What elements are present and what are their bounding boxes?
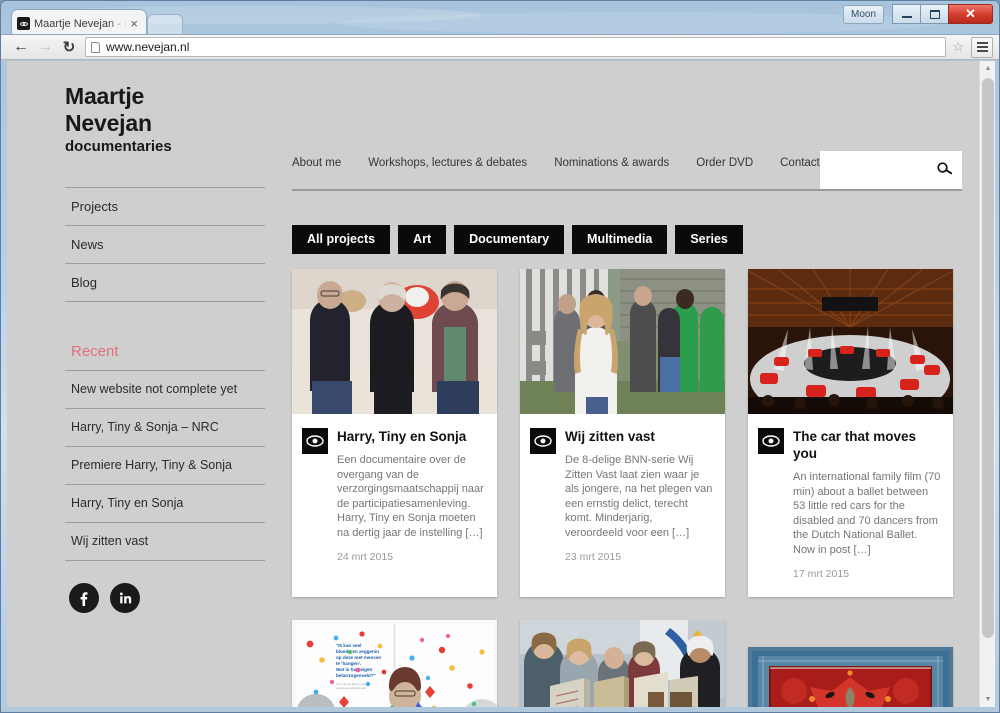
page-document-icon [91,41,100,53]
project-card-text: The car that moves you An international … [793,428,941,580]
nav-item-nominations[interactable]: Nominations & awards [554,157,669,169]
project-card[interactable]: The car that moves you An international … [748,269,953,597]
project-card-body: Harry, Tiny en Sonja Een documentaire ov… [292,414,497,580]
tab-strip: Maartje Nevejan - docum × [1,9,999,37]
project-card[interactable]: #shut up I’m reading Nevejan directed an… [520,620,725,707]
url-text: www.nevejan.nl [106,40,190,54]
search-icon[interactable] [935,159,954,181]
recent-heading: Recent [71,343,119,360]
tab-title: Maartje Nevejan - docum [34,17,127,30]
address-bar[interactable]: www.nevejan.nl [85,37,947,57]
svg-text:bloedn en zeggenin: bloedn en zeggenin [336,649,379,654]
svg-text:"Ik kan veel: "Ik kan veel [336,643,361,648]
sidebar-nav: Projects News Blog [65,187,265,302]
linkedin-icon[interactable] [110,583,140,613]
list-item[interactable]: Wij zitten vast [65,522,265,561]
project-description: Een documentaire over de overgang van de… [337,454,484,539]
svg-text:consectetur adipiscing elit: consectetur adipiscing elit [336,686,366,690]
scrollbar-thumb[interactable] [982,78,994,638]
forward-button[interactable]: → [33,36,57,58]
project-thumbnail-woman-in-front-of-group [520,269,725,414]
project-thumbnail-red-persian-carpet [748,647,953,707]
sidebar-item-blog[interactable]: Blog [65,263,265,302]
project-card[interactable]: Wij zitten vast De 8-delige BNN-serie Wi… [520,269,725,597]
scroll-up-arrow-icon[interactable]: ▲ [980,61,995,76]
project-grid: Harry, Tiny en Sonja Een documentaire ov… [292,269,962,707]
svg-text:belan1ngenveld?": belan1ngenveld?" [336,673,376,678]
project-card[interactable]: Magic Carpet [748,647,953,707]
svg-text:te 'hangen'.: te 'hangen'. [336,661,361,666]
project-filter-bar: All projects Art Documentary Multimedia … [292,225,743,254]
facebook-icon[interactable] [69,583,99,613]
project-card-text: Wij zitten vast De 8-delige BNN-serie Wi… [565,428,713,563]
browser-tab[interactable]: Maartje Nevejan - docum × [11,9,147,37]
project-date: 17 mrt 2015 [793,568,850,580]
bookmark-star-icon[interactable]: ☆ [952,39,964,55]
list-item[interactable]: Harry, Tiny & Sonja – NRC [65,408,265,446]
list-item[interactable]: New website not complete yet [65,370,265,408]
svg-text:Lorem ipsum dolor sit amet: Lorem ipsum dolor sit amet [336,682,368,686]
project-card-text: Harry, Tiny en Sonja Een documentaire ov… [337,428,485,563]
project-title[interactable]: Harry, Tiny en Sonja [337,428,485,445]
filter-series[interactable]: Series [675,225,743,254]
eye-icon[interactable] [302,428,328,454]
filter-multimedia[interactable]: Multimedia [572,225,668,254]
page-viewport: Maartje Nevejan documentaries Projects N… [7,61,995,707]
eye-favicon-icon [17,17,30,30]
project-title[interactable]: The car that moves you [793,428,941,462]
filter-art[interactable]: Art [398,225,447,254]
project-thumbnail-arena-with-red-cars [748,269,953,414]
filter-documentary[interactable]: Documentary [454,225,565,254]
reload-button[interactable]: ↻ [57,36,81,58]
nav-item-workshops[interactable]: Workshops, lectures & debates [368,157,527,169]
search-input[interactable] [820,151,962,189]
project-card-body: Wij zitten vast De 8-delige BNN-serie Wi… [520,414,725,580]
sidebar-item-projects[interactable]: Projects [65,187,265,225]
brand-tagline: documentaries [65,138,172,155]
scroll-down-arrow-icon[interactable]: ▼ [980,692,995,707]
project-description: De 8-delige BNN-serie Wij Zitten Vast la… [565,454,713,539]
tab-close-icon[interactable]: × [127,17,141,30]
project-title[interactable]: Wij zitten vast [565,428,713,445]
project-card[interactable]: "Ik kan veel bloedn en zeggenin op deze m… [292,620,497,707]
svg-text:op deze met mensen: op deze met mensen [336,655,381,660]
project-thumbnail-three-people-on-couch [292,269,497,414]
browser-menu-icon[interactable] [971,36,993,58]
site-root: Maartje Nevejan documentaries Projects N… [7,61,979,707]
project-date: 23 mrt 2015 [565,551,622,563]
social-links [65,583,265,613]
browser-toolbar: ← → ↻ www.nevejan.nl ☆ [1,34,999,60]
eye-icon[interactable] [758,428,784,454]
project-description: An international family film (70 min) ab… [793,471,941,556]
svg-text:Wat is hun eigen: Wat is hun eigen [336,667,373,672]
filter-all-projects[interactable]: All projects [292,225,391,254]
page-scrollbar[interactable]: ▲ ▼ [979,61,995,707]
sidebar-item-news[interactable]: News [65,225,265,263]
back-button[interactable]: ← [9,36,33,58]
sidebar: Maartje Nevejan documentaries Projects N… [65,83,265,613]
nav-item-order-dvd[interactable]: Order DVD [696,157,753,169]
project-card[interactable]: Harry, Tiny en Sonja Een documentaire ov… [292,269,497,597]
nav-item-about-me[interactable]: About me [292,157,341,169]
brand-name-line2: Nevejan [65,110,152,136]
project-card-body: The car that moves you An international … [748,414,953,597]
web-page: Maartje Nevejan documentaries Projects N… [7,61,979,707]
project-date: 24 mrt 2015 [337,551,394,563]
browser-window: Moon ✕ Maartje Nevejan - docum × ← → ↻ w… [0,0,1000,713]
list-item[interactable]: Harry, Tiny en Sonja [65,484,265,522]
brand-name-line1: Maartje [65,83,145,109]
list-item[interactable]: Premiere Harry, Tiny & Sonja [65,446,265,484]
project-thumbnail-flowered-curtain-spread: "Ik kan veelbloedn en zeggenin op deze m… [292,620,497,707]
recent-list: New website not complete yet Harry, Tiny… [65,370,265,561]
eye-icon[interactable] [530,428,556,454]
project-thumbnail-teens-reading-books [520,620,725,707]
nav-item-contact[interactable]: Contact [780,157,820,169]
